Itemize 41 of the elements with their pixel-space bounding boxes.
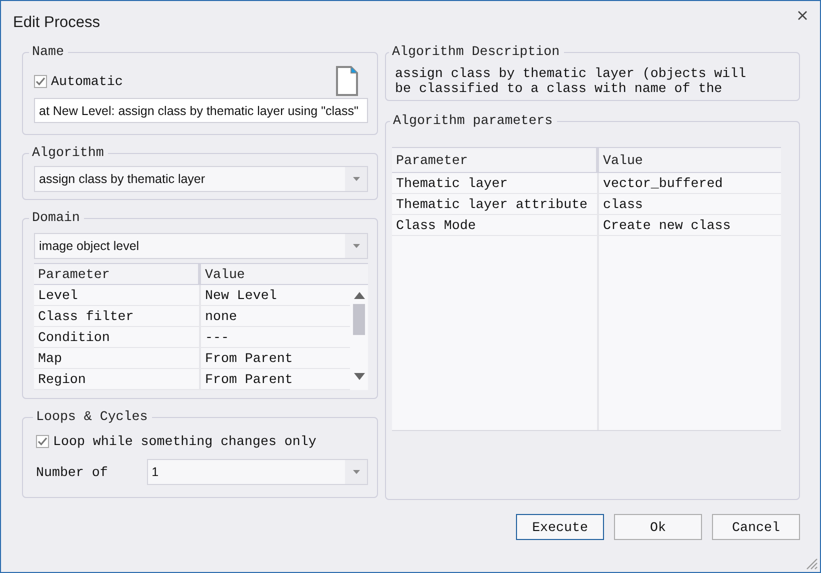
column-header: Value xyxy=(602,152,644,170)
dropdown-caret-icon xyxy=(345,234,367,258)
column-header: Value xyxy=(204,266,246,284)
group-title: Algorithm xyxy=(31,146,105,160)
checkbox-label[interactable]: Loop while something changes only xyxy=(53,434,316,449)
table-cell-text: Create new class xyxy=(602,216,732,234)
table-cell-text: --- xyxy=(204,328,230,346)
close-icon[interactable] xyxy=(798,10,807,20)
table-cell: Region xyxy=(34,369,201,389)
table-cell-text: class xyxy=(602,196,644,214)
table-cell-text: From Parent xyxy=(204,370,294,388)
dropdown-caret-icon xyxy=(345,460,367,484)
table-cell-text: From Parent xyxy=(204,350,294,368)
group-title: Name xyxy=(31,45,65,59)
group-title: Algorithm parameters xyxy=(392,114,554,128)
name-input-field[interactable]: at New Level: assign class by thematic layer using "class" xyxy=(34,98,368,123)
document-icon xyxy=(336,66,358,96)
group-title: Loops & Cycles xyxy=(35,410,149,424)
resize-grip-icon[interactable] xyxy=(806,558,818,570)
table-cell-text: none xyxy=(204,308,238,326)
dialog-button[interactable]: Ok xyxy=(614,514,702,540)
scrollbar-thumb[interactable] xyxy=(353,304,365,335)
default-button[interactable]: Execute xyxy=(516,514,604,540)
checkbox[interactable] xyxy=(36,435,49,448)
checkbox[interactable] xyxy=(34,74,47,88)
description-text: be classified to a class with name of the xyxy=(395,81,722,96)
checkbox-label[interactable]: Automatic xyxy=(51,74,123,88)
dropdown[interactable]: image object level xyxy=(34,233,368,259)
dialog-button[interactable]: Cancel xyxy=(712,514,800,540)
group-title: Algorithm Description xyxy=(391,45,561,59)
scroll-down-arrow-icon[interactable] xyxy=(354,373,364,380)
group-title: Domain xyxy=(31,211,81,225)
description-text: assign class by thematic layer (objects will xyxy=(395,66,746,81)
table-cell-text: vector_buffered xyxy=(602,174,724,192)
table-cell-text: New Level xyxy=(204,286,278,304)
dropdown[interactable]: assign class by thematic layer xyxy=(34,166,368,192)
scroll-up-arrow-icon[interactable] xyxy=(354,292,364,299)
dropdown-caret-icon xyxy=(345,167,367,191)
window-title: Edit Process xyxy=(13,14,100,32)
dropdown[interactable]: 1 xyxy=(146,459,368,485)
number-label: Number of xyxy=(36,464,109,480)
